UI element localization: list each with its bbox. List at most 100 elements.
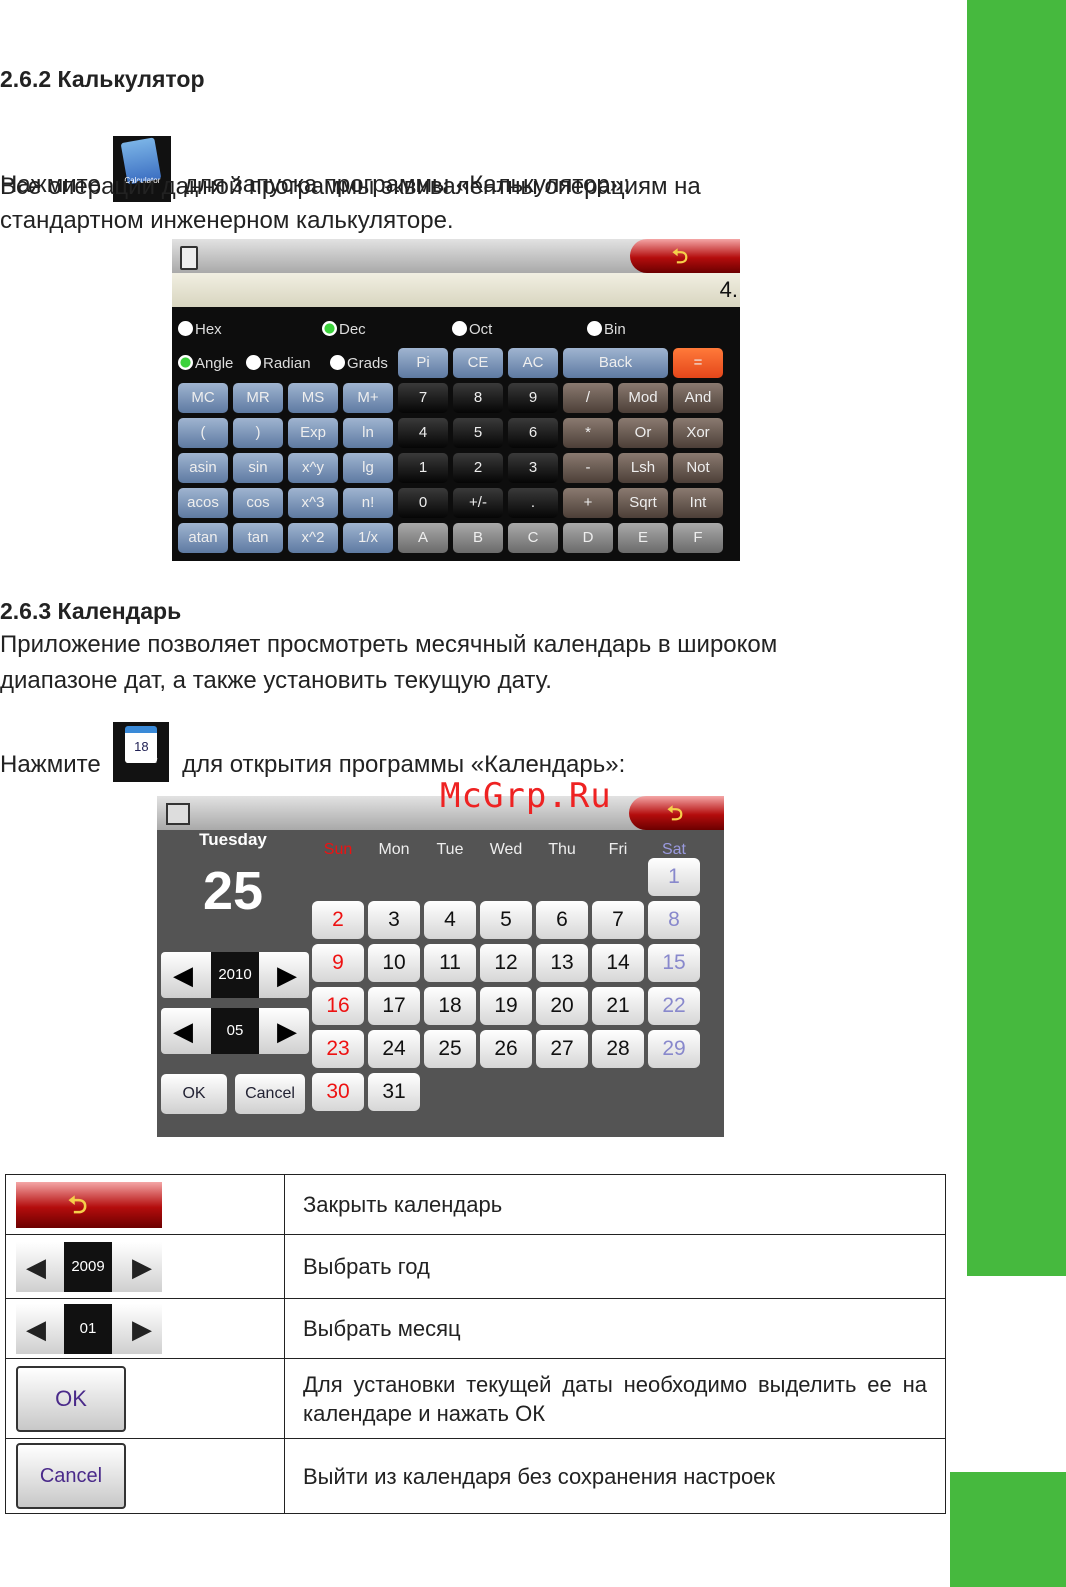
calc-key[interactable]: F (673, 523, 723, 553)
calc-key-=[interactable]: = (673, 348, 723, 378)
calc-key[interactable]: ln (343, 418, 393, 448)
calc-key[interactable]: Int (673, 488, 723, 518)
radio-bin[interactable]: Bin (587, 321, 626, 338)
calc-key[interactable]: 6 (508, 418, 558, 448)
calc-key[interactable]: M+ (343, 383, 393, 413)
year-prev-button[interactable]: ◀ (173, 960, 193, 991)
calc-key[interactable]: Xor (673, 418, 723, 448)
calendar-day[interactable]: 29 (648, 1030, 700, 1068)
calc-key-ce[interactable]: CE (453, 348, 503, 378)
calendar-day[interactable]: 7 (592, 901, 644, 939)
calendar-day[interactable]: 8 (648, 901, 700, 939)
calc-key[interactable]: . (508, 488, 558, 518)
calendar-day[interactable]: 6 (536, 901, 588, 939)
calc-key[interactable]: 0 (398, 488, 448, 518)
calendar-day[interactable]: 31 (368, 1073, 420, 1111)
calc-key[interactable]: / (563, 383, 613, 413)
ok-button[interactable]: OK (161, 1074, 227, 1114)
calculator-back-button[interactable]: ⮌ (630, 239, 740, 273)
calendar-day[interactable]: 9 (312, 944, 364, 982)
calc-key[interactable]: C (508, 523, 558, 553)
calendar-day[interactable]: 21 (592, 987, 644, 1025)
calc-key[interactable]: MC (178, 383, 228, 413)
radio-oct[interactable]: Oct (452, 321, 492, 338)
calc-key[interactable]: Exp (288, 418, 338, 448)
calc-key[interactable]: atan (178, 523, 228, 553)
calendar-day[interactable]: 11 (424, 944, 476, 982)
calc-key[interactable]: n! (343, 488, 393, 518)
calc-key[interactable]: 7 (398, 383, 448, 413)
calc-key[interactable]: 3 (508, 453, 558, 483)
calendar-day[interactable]: 5 (480, 901, 532, 939)
calendar-day[interactable]: 4 (424, 901, 476, 939)
calendar-day[interactable]: 30 (312, 1073, 364, 1111)
calc-key[interactable]: A (398, 523, 448, 553)
calendar-day[interactable]: 12 (480, 944, 532, 982)
calc-key[interactable]: +/- (453, 488, 503, 518)
calc-key[interactable]: Lsh (618, 453, 668, 483)
month-next-button[interactable]: ▶ (277, 1016, 297, 1047)
calc-key[interactable]: x^y (288, 453, 338, 483)
calendar-day[interactable]: 13 (536, 944, 588, 982)
calc-key[interactable]: sin (233, 453, 283, 483)
calc-key[interactable]: 4 (398, 418, 448, 448)
calc-key[interactable]: Mod (618, 383, 668, 413)
radio-hex[interactable]: Hex (178, 321, 222, 338)
calc-key[interactable]: Or (618, 418, 668, 448)
calc-key[interactable]: x^2 (288, 523, 338, 553)
calc-key[interactable]: And (673, 383, 723, 413)
calc-key[interactable]: D (563, 523, 613, 553)
calc-key[interactable]: MS (288, 383, 338, 413)
calendar-day[interactable]: 19 (480, 987, 532, 1025)
calendar-day[interactable]: 15 (648, 944, 700, 982)
calc-key[interactable]: asin (178, 453, 228, 483)
calendar-close-button[interactable]: ⮌ (629, 796, 724, 830)
calc-key-pi[interactable]: Pi (398, 348, 448, 378)
calendar-app-icon[interactable]: 18 Calendar (113, 722, 170, 782)
calendar-day[interactable]: 14 (592, 944, 644, 982)
radio-radian[interactable]: Radian (246, 355, 311, 372)
calendar-day[interactable]: 16 (312, 987, 364, 1025)
calc-key[interactable]: acos (178, 488, 228, 518)
calc-key[interactable]: Not (673, 453, 723, 483)
calendar-day[interactable]: 1 (648, 858, 700, 896)
calendar-day[interactable]: 22 (648, 987, 700, 1025)
calendar-day[interactable]: 18 (424, 987, 476, 1025)
calc-key[interactable]: - (563, 453, 613, 483)
calendar-day[interactable]: 28 (592, 1030, 644, 1068)
calc-key[interactable]: ( (178, 418, 228, 448)
calc-key[interactable]: MR (233, 383, 283, 413)
calc-key[interactable]: lg (343, 453, 393, 483)
calc-key[interactable]: cos (233, 488, 283, 518)
calc-key[interactable]: B (453, 523, 503, 553)
calc-key-back[interactable]: Back (563, 348, 668, 378)
calendar-day[interactable]: 25 (424, 1030, 476, 1068)
calendar-day[interactable]: 27 (536, 1030, 588, 1068)
calc-key[interactable]: * (563, 418, 613, 448)
calc-key[interactable]: x^3 (288, 488, 338, 518)
calc-key[interactable]: ) (233, 418, 283, 448)
calendar-day[interactable]: 23 (312, 1030, 364, 1068)
year-next-button[interactable]: ▶ (277, 960, 297, 991)
calc-key[interactable]: + (563, 488, 613, 518)
calc-key[interactable]: Sqrt (618, 488, 668, 518)
cancel-button[interactable]: Cancel (235, 1074, 305, 1114)
calc-key[interactable]: 8 (453, 383, 503, 413)
calc-key[interactable]: E (618, 523, 668, 553)
calc-key[interactable]: 1/x (343, 523, 393, 553)
radio-grads[interactable]: Grads (330, 355, 388, 372)
calendar-day[interactable]: 24 (368, 1030, 420, 1068)
calendar-day[interactable]: 10 (368, 944, 420, 982)
calendar-day[interactable]: 20 (536, 987, 588, 1025)
calc-key[interactable]: 5 (453, 418, 503, 448)
calc-key[interactable]: 2 (453, 453, 503, 483)
calendar-day[interactable]: 26 (480, 1030, 532, 1068)
calc-key-ac[interactable]: AC (508, 348, 558, 378)
radio-angle[interactable]: Angle (178, 355, 233, 372)
calendar-day[interactable]: 2 (312, 901, 364, 939)
month-prev-button[interactable]: ◀ (173, 1016, 193, 1047)
calc-key[interactable]: tan (233, 523, 283, 553)
calendar-day[interactable]: 3 (368, 901, 420, 939)
calendar-day[interactable]: 17 (368, 987, 420, 1025)
calc-key[interactable]: 9 (508, 383, 558, 413)
